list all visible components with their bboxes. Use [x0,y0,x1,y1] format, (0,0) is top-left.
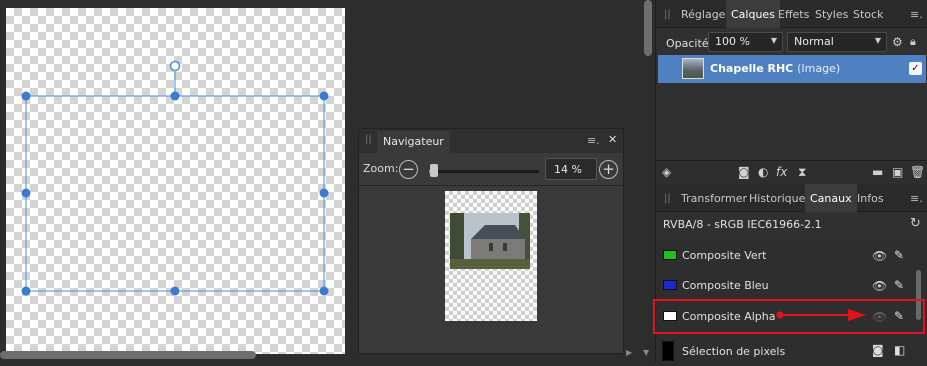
opacity-value: 100 % [715,35,750,48]
mask-icon[interactable]: ◙ [738,165,750,179]
opacity-dropdown[interactable]: 100 % ▼ [708,32,783,52]
panel-menu-icon[interactable]: ≡. [587,134,600,147]
channel-swatch [663,250,677,260]
channels-tabbar: || Transformer Historique Canaux Infos ≡… [656,184,927,212]
handle-bottom-left[interactable] [21,286,31,296]
vertical-scrollbar[interactable] [644,0,652,56]
color-profile-row: RVBA/8 - sRGB IEC61966-2.1 ↻ [656,212,927,238]
navigator-panel: || Navigateur ≡. ✕ Zoom: − 14 % + [358,128,624,354]
zoom-out-button[interactable]: − [399,160,418,179]
grip-icon[interactable]: || [365,134,372,145]
handle-top-left[interactable] [21,91,31,101]
fx-icon[interactable]: fx [776,165,787,179]
handle-right[interactable] [319,188,329,198]
zoom-input[interactable]: 14 % [545,158,597,180]
add-layer-icon[interactable]: ▣ [892,165,903,179]
zoom-in-button[interactable]: + [599,160,618,179]
color-profile: RVBA/8 - sRGB IEC61966-2.1 [663,218,822,231]
tab-stock[interactable]: Stock [848,0,888,28]
channel-label: Composite Bleu [682,279,769,292]
navigator-thumbnail[interactable] [445,191,537,321]
handle-top[interactable] [170,91,180,101]
pencil-icon[interactable]: ✎ [894,278,904,292]
selection-box[interactable] [0,0,345,362]
layers-stack-icon[interactable]: ◈ [662,165,671,179]
tab-canaux[interactable]: Canaux [805,184,857,212]
handle-left[interactable] [21,188,31,198]
handle-bottom-right[interactable] [319,286,329,296]
layer-type: (Image) [797,62,841,75]
tab-navigator[interactable]: Navigateur [377,131,450,153]
tab-historique[interactable]: Historique [744,184,810,212]
trash-icon[interactable]: 🗑︎ [910,165,925,179]
hourglass-icon[interactable]: ⧗ [798,165,806,180]
tab-styles[interactable]: Styles [810,0,853,28]
pencil-icon[interactable]: ✎ [894,248,904,262]
layer-row[interactable]: Chapelle RHC (Image) ✓ [658,55,926,83]
tab-infos[interactable]: Infos [852,184,889,212]
folder-icon[interactable]: ▬ [872,165,883,179]
adjustment-icon[interactable]: ◐ [758,165,768,179]
grip-icon[interactable]: || [664,9,671,20]
gear-icon[interactable]: ⚙ [892,35,903,49]
grip-icon[interactable]: || [664,193,671,204]
zoom-slider[interactable] [429,170,539,173]
lock-icon[interactable]: 🔒︎ [910,35,916,49]
layer-options: Opacité: 100 % ▼ Normal ▼ ⚙ 🔒︎ [656,30,927,54]
refresh-icon[interactable]: ↻ [910,216,921,231]
channel-label: Sélection de pixels [682,345,786,358]
tab-calques[interactable]: Calques [726,0,780,28]
chapel-photo-thumbnail [450,213,530,269]
layers-footer: ◈ ◙ ◐ fx ⧗ ▬ ▣ 🗑︎ [656,160,927,184]
handle-top-right[interactable] [319,91,329,101]
close-icon[interactable]: ✕ [608,133,617,146]
layer-name: Chapelle RHC (Image) [710,62,840,75]
zoom-label: Zoom: [363,162,399,175]
scroll-right-icon[interactable]: ▶ [626,348,632,357]
eye-icon[interactable]: 👁︎ [872,249,887,263]
tab-transformer[interactable]: Transformer [676,184,752,212]
horizontal-scrollbar[interactable] [0,351,256,359]
mask-icon[interactable]: ◙ [872,343,884,357]
blend-mode-value: Normal [794,35,834,48]
channel-swatch [662,341,674,361]
scroll-down-icon[interactable]: ▼ [643,348,649,357]
handle-bottom[interactable] [170,286,180,296]
tab-reglage[interactable]: Réglage [676,0,730,28]
layer-visibility-checkbox[interactable]: ✓ [909,62,922,75]
channel-row-bleu[interactable]: Composite Bleu 👁︎ ✎ [656,271,916,301]
panel-menu-icon[interactable]: ≡. [910,8,923,21]
tab-effets[interactable]: Effets [773,0,814,28]
channel-label: Composite Vert [682,249,767,262]
panel-menu-icon[interactable]: ≡. [910,192,923,205]
blend-mode-dropdown[interactable]: Normal ▼ [787,32,887,52]
chevron-down-icon: ▼ [874,36,881,45]
navigator-header: || Navigateur ≡. ✕ [359,129,623,153]
layers-tabbar: || Réglage Calques Effets Styles Stock ≡… [656,0,927,28]
zoom-slider-knob[interactable] [430,164,438,177]
channel-swatch [663,280,677,290]
opacity-label: Opacité: [666,37,713,50]
layer-thumbnail [682,58,704,79]
layer-title: Chapelle RHC [710,62,794,75]
invert-icon[interactable]: ◧ [894,343,905,357]
chevron-down-icon: ▼ [770,36,777,45]
red-arrow-icon [776,309,866,321]
channel-row-vert[interactable]: Composite Vert 👁︎ ✎ [656,241,916,271]
rotate-handle[interactable] [169,60,181,72]
eye-icon[interactable]: 👁︎ [872,279,887,293]
